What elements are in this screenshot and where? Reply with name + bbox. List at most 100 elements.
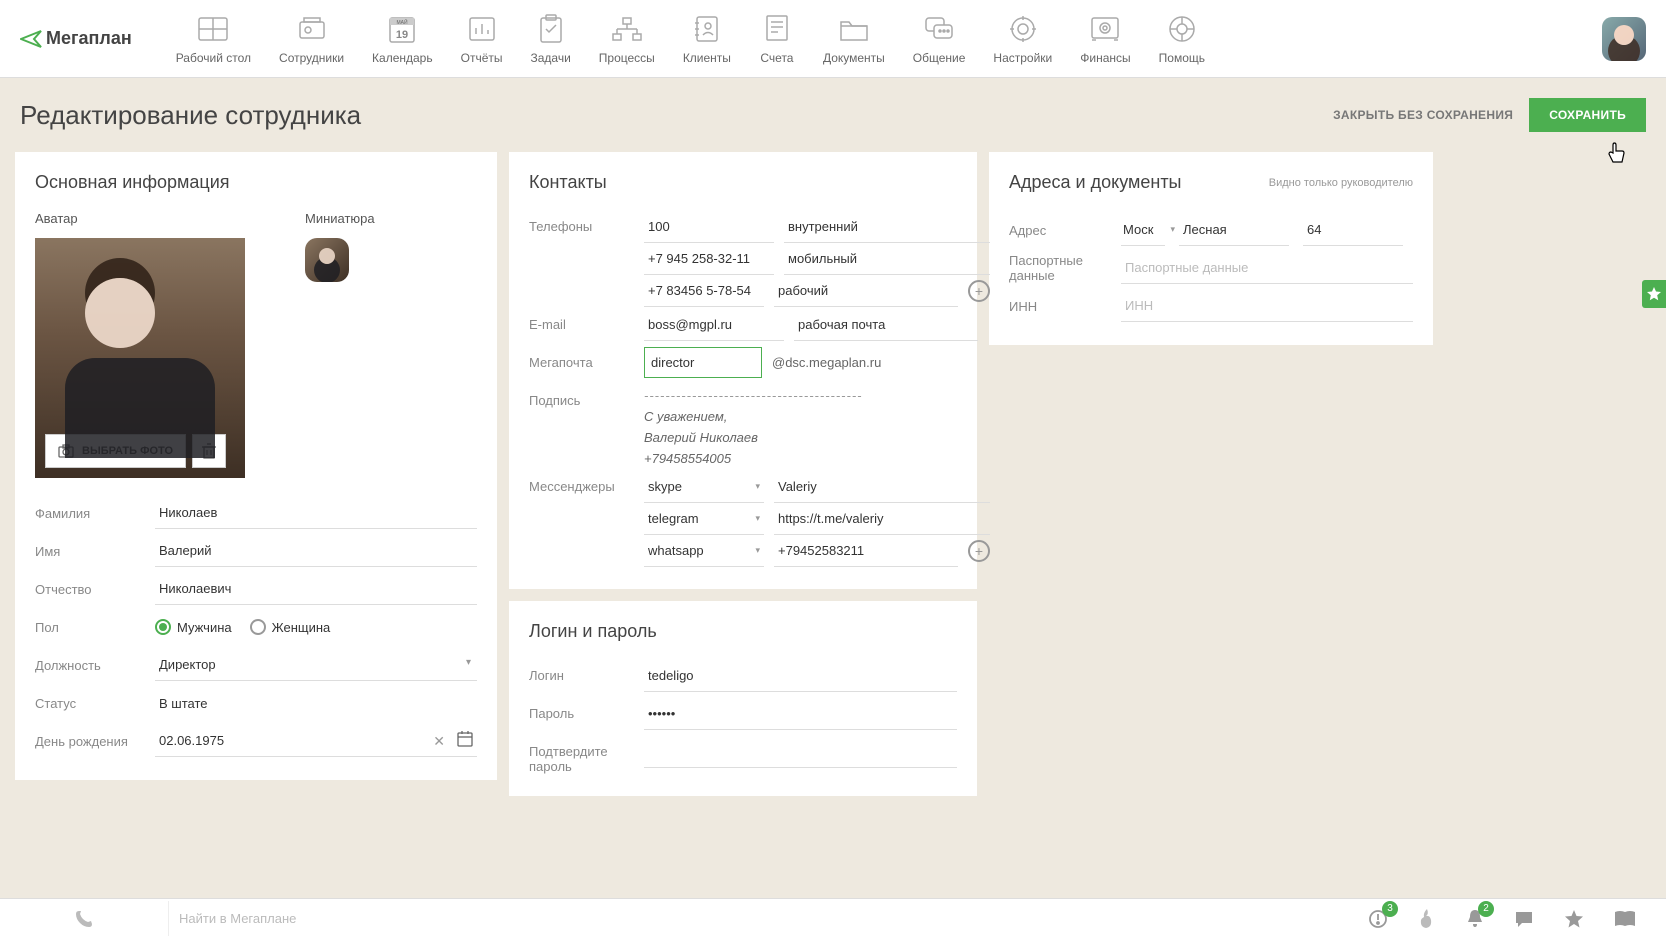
phone-type-input[interactable] (774, 275, 958, 307)
phone-type-input[interactable] (784, 243, 990, 275)
position-select[interactable] (155, 649, 477, 681)
passport-input[interactable] (1121, 252, 1413, 284)
calendar-picker-icon[interactable] (457, 731, 473, 747)
nav-employees[interactable]: Сотрудники (265, 13, 358, 65)
clients-icon (689, 13, 725, 45)
messengers-label: Мессенджеры (529, 471, 644, 494)
nav-clients[interactable]: Клиенты (669, 13, 745, 65)
status-label: Статус (35, 696, 155, 711)
password-input[interactable] (644, 698, 957, 730)
gear-icon (1005, 13, 1041, 45)
gender-male-radio[interactable]: Мужчина (155, 619, 232, 635)
nav-help[interactable]: Помощь (1145, 13, 1219, 65)
reports-icon (464, 13, 500, 45)
camera-icon (58, 444, 74, 458)
nav-communication[interactable]: Общение (899, 13, 980, 65)
contacts-panel: Контакты Телефоны + E-mail Мегапочта @ds… (509, 152, 977, 589)
delete-photo-button[interactable] (192, 434, 226, 468)
phone-input[interactable] (644, 211, 774, 243)
panel-title: Логин и пароль (529, 621, 957, 642)
messenger-value-input[interactable] (774, 535, 958, 567)
bell-icon[interactable]: 2 (1466, 909, 1484, 929)
nav-documents[interactable]: Документы (809, 13, 899, 65)
login-input[interactable] (644, 660, 957, 692)
user-avatar[interactable] (1602, 17, 1646, 61)
book-icon[interactable] (1614, 910, 1636, 928)
login-label: Логин (529, 660, 644, 683)
choose-photo-button[interactable]: ВЫБРАТЬ ФОТО (45, 434, 186, 468)
top-nav: Мегаплан Рабочий стол Сотрудники МАЙ 19 К… (0, 0, 1666, 78)
fire-icon[interactable] (1418, 909, 1436, 929)
svg-text:19: 19 (396, 29, 408, 41)
messenger-type-select[interactable] (644, 471, 764, 503)
signature-content[interactable]: ----------------------------------------… (644, 385, 957, 469)
messenger-value-input[interactable] (774, 471, 990, 503)
trash-icon (202, 443, 216, 459)
thumb-label: Миниатюра (305, 211, 375, 226)
desktop-icon (195, 13, 231, 45)
confirm-password-input[interactable] (644, 736, 957, 768)
nav-calendar[interactable]: МАЙ19 Календарь (358, 13, 447, 65)
phone-type-input[interactable] (784, 211, 990, 243)
phone-icon[interactable] (0, 910, 168, 928)
address-panel: Адреса и документы Видно только руководи… (989, 152, 1433, 345)
clear-date-button[interactable]: ✕ (433, 733, 445, 750)
city-select[interactable] (1121, 214, 1165, 246)
email-type-input[interactable] (794, 309, 978, 341)
megamail-input[interactable] (644, 347, 762, 378)
email-input[interactable] (644, 309, 784, 341)
lastname-input[interactable] (155, 497, 477, 529)
chat-icon[interactable] (1514, 910, 1534, 928)
calendar-icon: МАЙ 19 (384, 13, 420, 45)
phone-input[interactable] (644, 243, 774, 275)
page-header: Редактирование сотрудника ЗАКРЫТЬ БЕЗ СО… (0, 78, 1666, 142)
star-icon[interactable] (1564, 909, 1584, 929)
street-input[interactable] (1179, 214, 1289, 246)
lastname-label: Фамилия (35, 506, 155, 521)
confirm-password-label: Подтвердите пароль (529, 736, 644, 774)
phones-label: Телефоны (529, 211, 644, 234)
messenger-type-select[interactable] (644, 503, 764, 535)
logo[interactable]: Мегаплан (20, 28, 132, 49)
nav-desktop[interactable]: Рабочий стол (162, 13, 265, 65)
inn-label: ИНН (1009, 299, 1121, 314)
nav-tasks[interactable]: Задачи (517, 13, 585, 65)
password-label: Пароль (529, 698, 644, 721)
save-button[interactable]: СОХРАНИТЬ (1529, 98, 1646, 132)
patronymic-label: Отчество (35, 582, 155, 597)
cancel-button[interactable]: ЗАКРЫТЬ БЕЗ СОХРАНЕНИЯ (1317, 98, 1529, 132)
megamail-label: Мегапочта (529, 347, 644, 370)
nav-processes[interactable]: Процессы (585, 13, 669, 65)
add-phone-button[interactable]: + (968, 280, 990, 302)
documents-icon (836, 13, 872, 45)
patronymic-input[interactable] (155, 573, 477, 605)
employees-icon (294, 13, 330, 45)
birthday-input[interactable] (155, 725, 477, 757)
nav-settings[interactable]: Настройки (979, 13, 1066, 65)
firstname-label: Имя (35, 544, 155, 559)
add-messenger-button[interactable]: + (968, 540, 990, 562)
nav-finance[interactable]: Финансы (1066, 13, 1144, 65)
panel-title: Основная информация (35, 172, 477, 193)
basic-info-panel: Основная информация Аватар ВЫБРАТЬ ФОТО (15, 152, 497, 780)
invoices-icon (759, 13, 795, 45)
nav-invoices[interactable]: Счета (745, 13, 809, 65)
svg-text:МАЙ: МАЙ (397, 18, 409, 26)
login-panel: Логин и пароль Логин Пароль Подтвердите … (509, 601, 977, 796)
firstname-input[interactable] (155, 535, 477, 567)
position-label: Должность (35, 658, 155, 673)
house-input[interactable] (1303, 214, 1403, 246)
messenger-value-input[interactable] (774, 503, 990, 535)
phone-input[interactable] (644, 275, 764, 307)
inn-input[interactable] (1121, 290, 1413, 322)
nav-reports[interactable]: Отчёты (447, 13, 517, 65)
visibility-hint: Видно только руководителю (1269, 177, 1413, 189)
alerts-icon[interactable]: 3 (1368, 909, 1388, 929)
global-search-input[interactable] (168, 901, 1338, 936)
logo-text: Мегаплан (46, 28, 132, 49)
address-label: Адрес (1009, 223, 1121, 238)
gender-label: Пол (35, 620, 155, 635)
messenger-type-select[interactable] (644, 535, 764, 567)
gender-female-radio[interactable]: Женщина (250, 619, 331, 635)
favorites-tab[interactable] (1642, 280, 1666, 308)
